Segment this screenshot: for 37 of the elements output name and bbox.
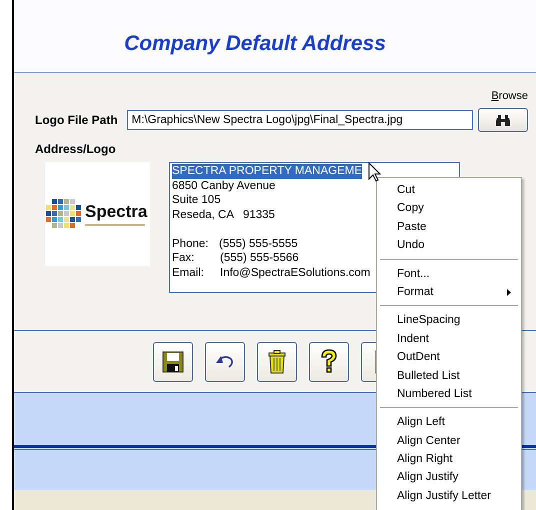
menu-item[interactable]: OutDent: [377, 348, 521, 367]
contact-label: Email:: [172, 266, 205, 280]
logo-wordmark: Spectra: [85, 202, 148, 222]
submenu-arrow-icon: [507, 288, 511, 296]
contact-value: (555) 555-5555: [219, 236, 298, 251]
delete-button[interactable]: [257, 342, 297, 382]
menu-item[interactable]: Align Left: [377, 413, 521, 432]
tile-grid-icon: [46, 199, 82, 229]
contact-label: Fax:: [172, 251, 196, 266]
address-logo-label: Address/Logo: [34, 142, 117, 156]
menu-item[interactable]: Numbered List: [377, 384, 521, 404]
contact-label: Phone:: [172, 236, 210, 251]
menu-item[interactable]: Align Justify: [377, 468, 521, 487]
menu-item[interactable]: LineSpacing: [377, 311, 521, 330]
menu-item[interactable]: Indent: [377, 330, 521, 348]
trash-can-icon: [268, 350, 286, 374]
undo-button[interactable]: [205, 342, 245, 382]
menu-item[interactable]: Align Right: [377, 450, 521, 468]
logo-path-field[interactable]: M:\Graphics\New Spectra Logo\jpg\Final_Spectra.jpg: [126, 110, 473, 130]
menu-item[interactable]: Align Center: [377, 432, 521, 450]
tagline-line-icon: [85, 224, 145, 226]
address-line: Suite 105: [172, 193, 221, 208]
menu-item[interactable]: Bulleted List: [377, 366, 521, 385]
help-button[interactable]: [309, 342, 349, 382]
question-mark-icon: [320, 349, 338, 375]
browse-button[interactable]: [478, 108, 528, 132]
contact-value: (555) 555-5566: [220, 251, 299, 266]
address-line: 6850 Canby Avenue: [172, 178, 276, 193]
address-line: Reseda, CA 91335: [172, 208, 275, 222]
logo-path-label: Logo File Path: [35, 113, 118, 127]
browse-link[interactable]: Browse: [491, 90, 528, 106]
binoculars-icon: [494, 114, 511, 126]
contact-value: Info@SpectraESolutions.com: [220, 266, 370, 280]
undo-icon: [214, 354, 236, 370]
menu-item[interactable]: Align Justify Letter: [377, 486, 521, 506]
save-button[interactable]: [153, 342, 193, 382]
window-title: Company Default Address: [124, 32, 386, 56]
